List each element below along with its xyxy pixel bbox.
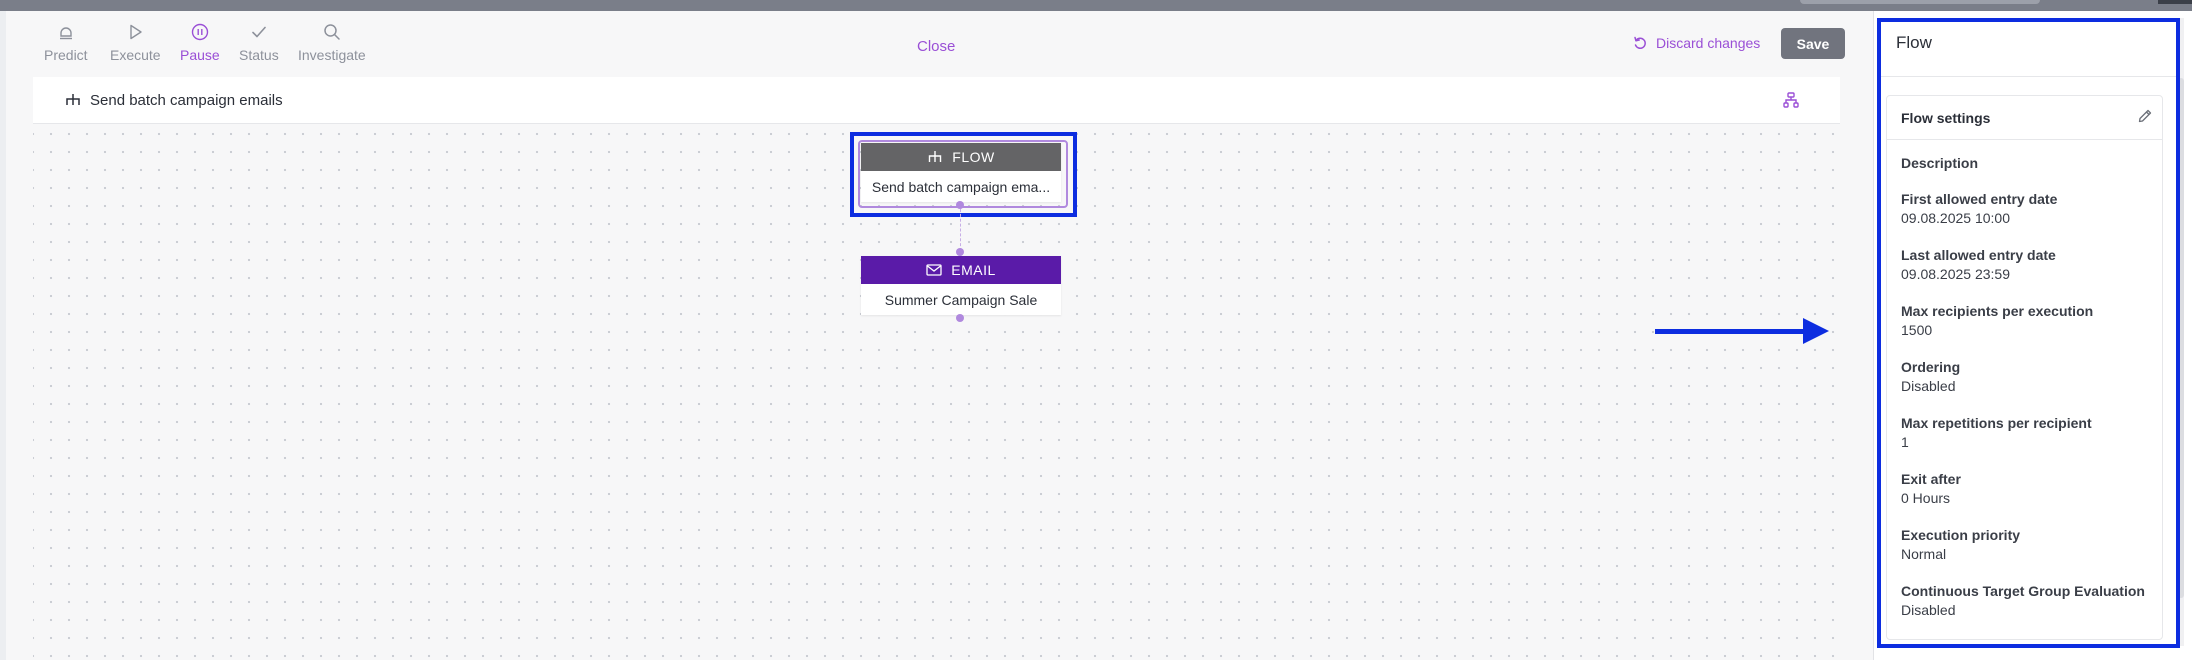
tool-pause[interactable]: Pause bbox=[180, 22, 220, 63]
save-button[interactable]: Save bbox=[1781, 28, 1845, 59]
lightbulb-icon bbox=[59, 27, 72, 40]
search-icon bbox=[324, 24, 340, 40]
check-icon bbox=[252, 26, 266, 38]
highlight-box-panel bbox=[1877, 18, 2180, 648]
node-output-port[interactable] bbox=[956, 201, 964, 209]
tool-status[interactable]: Status bbox=[239, 22, 279, 63]
node-input-port[interactable] bbox=[956, 248, 964, 256]
email-node[interactable]: EMAIL Summer Campaign Sale bbox=[861, 256, 1061, 315]
top-bar-pill bbox=[1800, 0, 2040, 4]
envelope-icon bbox=[926, 264, 942, 276]
node-connector bbox=[960, 209, 961, 251]
annotation-arrow-shaft bbox=[1655, 329, 1805, 334]
sitemap-icon[interactable] bbox=[1782, 91, 1800, 109]
window-top-bar bbox=[0, 0, 2192, 11]
email-node-header: EMAIL bbox=[861, 256, 1061, 284]
close-link[interactable]: Close bbox=[917, 38, 955, 55]
toolbar: Predict Execute Pause Status Investigate… bbox=[6, 11, 1864, 77]
play-icon bbox=[130, 24, 142, 40]
node-output-port[interactable] bbox=[956, 314, 964, 322]
pause-icon bbox=[191, 23, 209, 41]
top-bar-corner bbox=[2158, 0, 2192, 4]
tool-label: Status bbox=[239, 47, 279, 63]
tool-label: Investigate bbox=[298, 47, 366, 63]
node-type-label: EMAIL bbox=[951, 262, 996, 278]
canvas-header: Send batch campaign emails bbox=[33, 77, 1840, 124]
flow-icon bbox=[66, 94, 80, 105]
tool-predict[interactable]: Predict bbox=[44, 22, 88, 63]
tool-label: Predict bbox=[44, 47, 88, 63]
discard-changes-button[interactable]: Discard changes bbox=[1632, 35, 1760, 51]
tool-investigate[interactable]: Investigate bbox=[298, 22, 366, 63]
node-name: Summer Campaign Sale bbox=[884, 291, 1038, 308]
tool-label: Pause bbox=[180, 47, 220, 63]
undo-icon bbox=[1634, 36, 1646, 49]
canvas-title: Send batch campaign emails bbox=[90, 92, 283, 109]
tool-label: Execute bbox=[110, 47, 161, 63]
annotation-arrow-head bbox=[1803, 318, 1829, 344]
discard-label: Discard changes bbox=[1656, 35, 1761, 51]
tool-execute[interactable]: Execute bbox=[110, 22, 161, 63]
left-edge bbox=[0, 11, 6, 660]
